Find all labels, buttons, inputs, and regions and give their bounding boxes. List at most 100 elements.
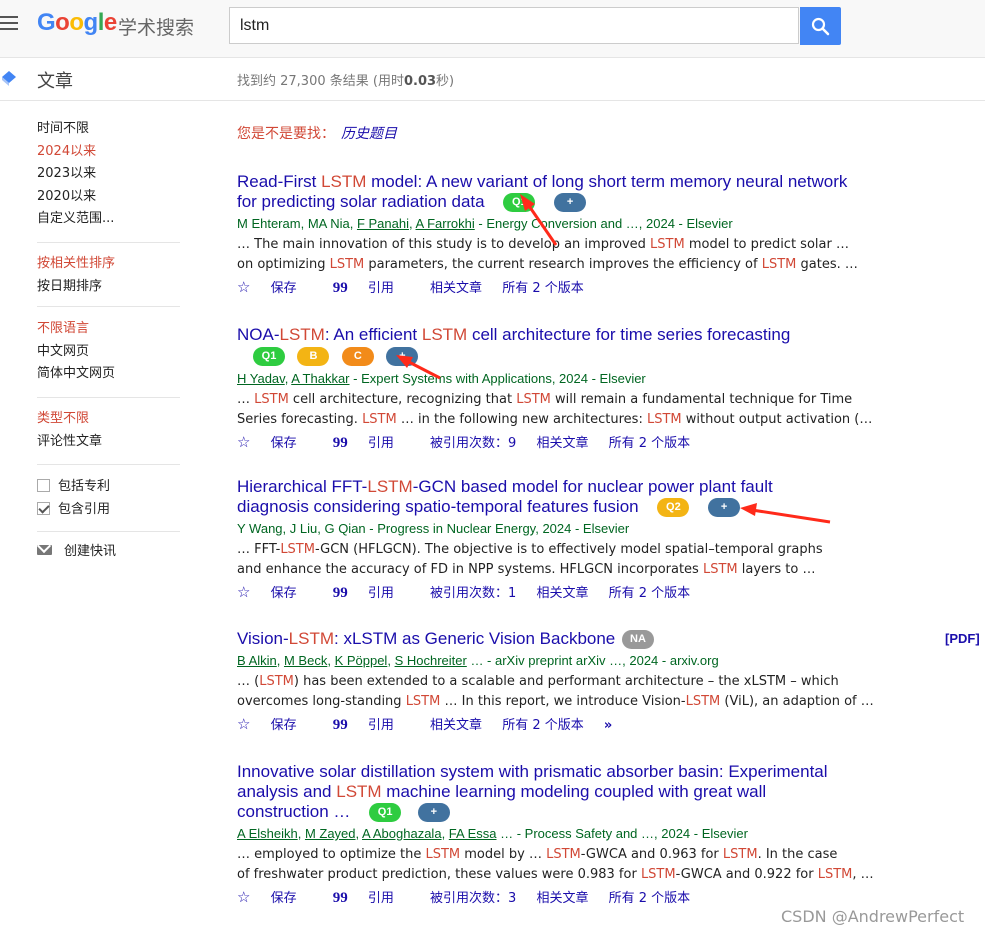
cited-by-link[interactable]: 被引用次数：1 (430, 586, 516, 601)
save-button[interactable]: ☆ 保存 (237, 433, 313, 451)
result-item: Innovative solar distillation system wit… (237, 762, 877, 907)
related-articles-link[interactable]: 相关文章 (536, 586, 588, 601)
all-versions-link[interactable]: 所有 2 个版本 (502, 281, 584, 296)
include-patents-option[interactable]: 包括专利 (37, 476, 110, 499)
time-custom-range[interactable]: 自定义范围... (37, 208, 114, 231)
cited-by-link[interactable]: 被引用次数：3 (430, 891, 516, 906)
time-filter: 时间不限 2024以来 2023以来 2020以来 自定义范围... (37, 118, 114, 231)
time-since-2024[interactable]: 2024以来 (37, 141, 114, 164)
lang-chinese-pages[interactable]: 中文网页 (37, 341, 115, 364)
author-link[interactable]: M Beck (284, 653, 327, 668)
search-icon (811, 17, 830, 36)
quartile-badge[interactable]: Q1 (369, 803, 402, 823)
result-item: Vision-LSTM: xLSTM as Generic Vision Bac… (237, 629, 877, 734)
did-you-mean-suggestion[interactable]: 历史题目 (341, 126, 397, 142)
save-button[interactable]: ☆ 保存 (237, 888, 313, 906)
sidebar-divider (37, 464, 180, 465)
author-link[interactable]: S Hochreiter (395, 653, 467, 668)
language-filter: 不限语言 中文网页 简体中文网页 (37, 318, 115, 386)
quartile-badge[interactable]: Q2 (657, 498, 690, 518)
sort-relevance[interactable]: 按相关性排序 (37, 253, 115, 276)
save-button[interactable]: ☆ 保存 (237, 715, 313, 733)
result-actions: ☆ 保存 99 引用 被引用次数：3 相关文章 所有 2 个版本 (237, 887, 877, 907)
author-link[interactable]: H Yadav (237, 371, 285, 386)
related-articles-link[interactable]: 相关文章 (430, 718, 482, 733)
citations-checkbox[interactable] (37, 501, 50, 515)
time-since-2020[interactable]: 2020以来 (37, 186, 114, 209)
menu-icon[interactable] (0, 16, 18, 32)
cited-by-link[interactable]: 被引用次数：9 (430, 436, 516, 451)
result-title[interactable]: NOA-LSTM: An efficient LSTM cell archite… (237, 325, 877, 345)
cite-button[interactable]: 99 引用 (332, 890, 410, 907)
search-box[interactable] (229, 7, 799, 44)
author-link[interactable]: FA Essa (449, 826, 497, 841)
cite-button[interactable]: 99 引用 (333, 585, 410, 601)
quartile-badge[interactable]: Q1 (503, 193, 536, 213)
pdf-link[interactable]: [PDF] (945, 631, 980, 646)
expand-badge[interactable]: + (386, 347, 419, 366)
google-logo[interactable]: Google (37, 9, 117, 37)
result-authors: B Alkin, M Beck, K Pöppel, S Hochreiter … (237, 653, 719, 669)
quote-icon: 99 (332, 280, 348, 297)
ccf-badge[interactable]: B (297, 347, 330, 366)
result-title[interactable]: Innovative solar distillation system wit… (237, 762, 877, 823)
result-item: Hierarchical FFT-LSTM-GCN based model fo… (237, 477, 877, 602)
author-link[interactable]: F Panahi (357, 216, 409, 231)
cite-button[interactable]: 99 引用 (332, 280, 410, 297)
author-link[interactable]: A Thakkar (291, 371, 349, 386)
search-input[interactable] (238, 16, 782, 36)
type-review[interactable]: 评论性文章 (37, 431, 102, 454)
result-title[interactable]: Read-First LSTM model: A new variant of … (237, 172, 877, 213)
related-articles-link[interactable]: 相关文章 (536, 891, 588, 906)
quartile-badge[interactable]: NA (622, 630, 654, 650)
author-link[interactable]: B Alkin (237, 653, 277, 668)
author-link[interactable]: A Elsheikh (237, 826, 298, 841)
time-any[interactable]: 时间不限 (37, 118, 114, 141)
result-actions: ☆ 保存 99 引用 被引用次数：9 相关文章 所有 2 个版本 (237, 432, 877, 452)
related-articles-link[interactable]: 相关文章 (536, 436, 588, 451)
sidebar-divider (37, 242, 180, 243)
search-button[interactable] (800, 7, 841, 45)
cite-button[interactable]: 99 引用 (333, 717, 410, 733)
type-any[interactable]: 类型不限 (37, 408, 102, 431)
author-link[interactable]: A Farrokhi (416, 216, 475, 231)
author-link[interactable]: M Zayed (305, 826, 356, 841)
header: Google 学术搜索 (0, 0, 985, 58)
patents-checkbox[interactable] (37, 479, 50, 492)
result-actions: ☆ 保存 99 引用 相关文章 所有 2 个版本 » (237, 714, 877, 734)
result-snippet: … (LSTM) has been extended to a scalable… (237, 674, 874, 710)
all-versions-link[interactable]: 所有 2 个版本 (502, 718, 584, 733)
lang-simplified-chinese[interactable]: 简体中文网页 (37, 363, 115, 386)
lang-any[interactable]: 不限语言 (37, 318, 115, 341)
ccf-badge[interactable]: C (341, 347, 374, 366)
star-icon: ☆ (237, 583, 251, 602)
all-versions-link[interactable]: 所有 2 个版本 (609, 586, 691, 601)
logo-subtitle: 学术搜索 (118, 17, 195, 39)
related-articles-link[interactable]: 相关文章 (430, 281, 482, 296)
expand-badge[interactable]: + (708, 498, 741, 518)
result-title[interactable]: Vision-LSTM: xLSTM as Generic Vision Bac… (237, 629, 877, 650)
result-title[interactable]: Hierarchical FFT-LSTM-GCN based model fo… (237, 477, 877, 518)
expand-badge[interactable]: + (417, 803, 450, 823)
result-snippet: … LSTM cell architecture, recognizing th… (237, 392, 873, 427)
mail-icon (37, 545, 52, 555)
create-alert-link[interactable]: 创建快讯 (37, 541, 116, 564)
save-button[interactable]: ☆ 保存 (237, 583, 313, 602)
all-versions-link[interactable]: 所有 2 个版本 (609, 436, 691, 451)
include-citations-option[interactable]: 包含引用 (37, 499, 110, 522)
save-button[interactable]: ☆ 保存 (237, 278, 313, 296)
all-versions-link[interactable]: 所有 2 个版本 (609, 891, 691, 906)
expand-badge[interactable]: + (554, 193, 587, 213)
sort-filter: 按相关性排序 按日期排序 (37, 253, 115, 298)
more-icon[interactable]: » (604, 718, 612, 733)
cite-button[interactable]: 99 引用 (332, 435, 410, 451)
result-authors: Y Wang, J Liu, G Qian - Progress in Nucl… (237, 521, 630, 537)
time-since-2023[interactable]: 2023以来 (37, 163, 114, 186)
quartile-badge[interactable]: Q1 (253, 347, 285, 366)
quote-icon: 99 (332, 435, 348, 451)
author-link[interactable]: K Pöppel (335, 653, 388, 668)
result-snippet: … The main innovation of this study is t… (237, 237, 858, 273)
author-link[interactable]: A Aboghazala (362, 826, 442, 841)
quote-icon: 99 (332, 890, 348, 907)
sort-date[interactable]: 按日期排序 (37, 276, 115, 299)
